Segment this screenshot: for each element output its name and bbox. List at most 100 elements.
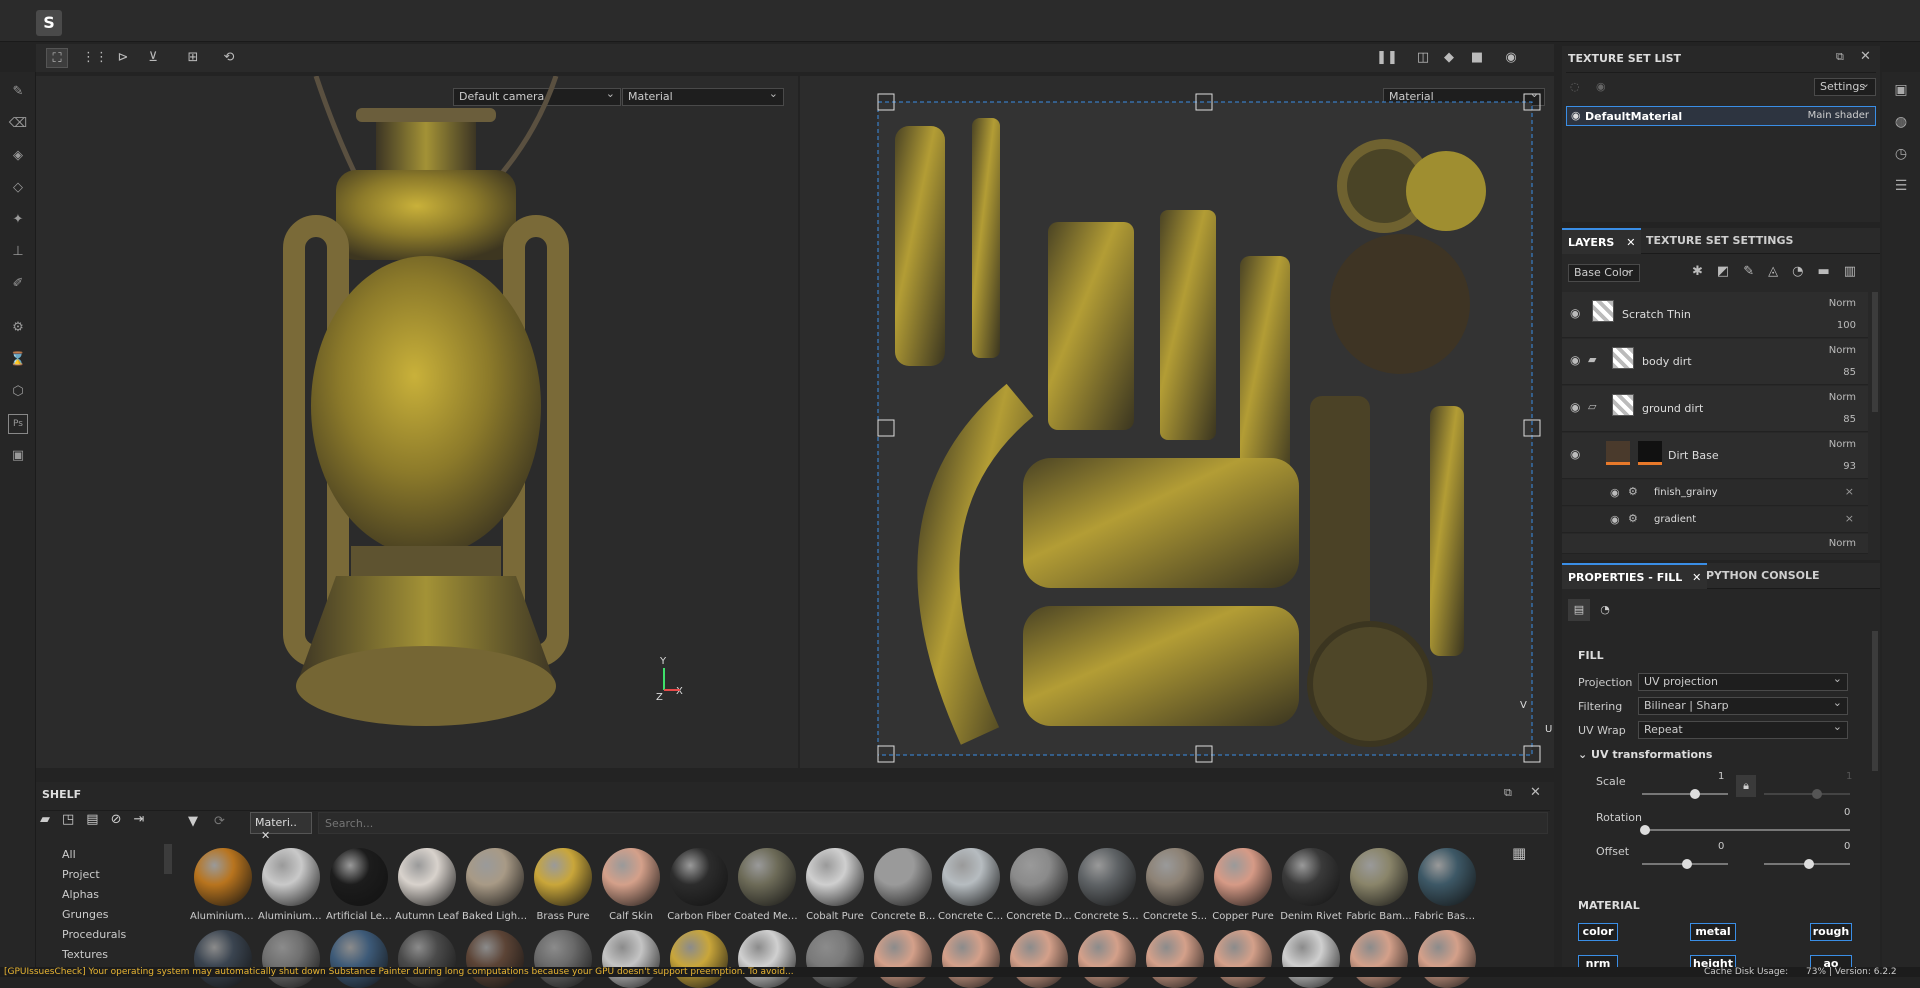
blend-mode-select[interactable]: Norm xyxy=(1829,298,1856,309)
tab-texture-set-settings[interactable]: TEXTURE SET SETTINGS xyxy=(1640,228,1799,254)
slider-knob[interactable] xyxy=(1640,825,1650,835)
eye-icon[interactable]: ◉ xyxy=(1596,80,1606,93)
effect-item[interactable]: ◉ ⚙ finish_grainy × xyxy=(1562,480,1868,506)
scale-value[interactable]: 1 xyxy=(1718,771,1724,782)
mirror-y-icon[interactable]: ⊻ xyxy=(142,48,164,68)
select-icon[interactable]: ⛶ xyxy=(46,48,68,68)
close-icon[interactable]: ✕ xyxy=(1530,785,1541,800)
projection-select[interactable]: UV projection xyxy=(1638,671,1848,691)
log-icon[interactable]: ☰ xyxy=(1891,178,1911,198)
close-icon[interactable]: ✕ xyxy=(1860,49,1871,64)
material-thumbnail[interactable]: Concrete D... xyxy=(1006,848,1072,922)
refresh-icon[interactable]: ⟳ xyxy=(214,814,225,829)
material-ball[interactable] xyxy=(534,930,592,988)
material-thumbnail[interactable]: Aluminium ... xyxy=(190,848,256,922)
material-thumbnail[interactable]: Aluminium ... xyxy=(258,848,324,922)
layer-item[interactable]: ◉ ▱ ground dirt Norm 85 xyxy=(1562,386,1868,432)
blend-mode-select[interactable]: Norm xyxy=(1829,439,1856,450)
filter-icon[interactable]: ▼ xyxy=(188,814,198,829)
layer-item[interactable]: ◉ Scratch Thin Norm 100 xyxy=(1562,292,1868,338)
cube-icon[interactable]: ◆ xyxy=(1438,48,1460,68)
material-ball[interactable] xyxy=(1214,930,1272,988)
fill-props-icon[interactable]: ▤ xyxy=(1568,599,1590,621)
material-ball[interactable] xyxy=(1418,930,1476,988)
close-icon[interactable]: × xyxy=(1845,485,1854,498)
material-thumbnail[interactable]: Coated Metal xyxy=(734,848,800,922)
eraser-icon[interactable]: ⌫ xyxy=(8,114,28,134)
blend-mode-select[interactable]: Norm xyxy=(1829,345,1856,356)
effect-item[interactable]: ◉ ⚙ gradient × xyxy=(1562,507,1868,533)
channel-toggle-color[interactable]: color xyxy=(1578,923,1618,941)
blend-mode-select[interactable]: Norm xyxy=(1829,392,1856,403)
add-folder-icon[interactable]: ▬ xyxy=(1817,264,1843,279)
opacity-value[interactable]: 85 xyxy=(1843,367,1856,378)
scale-slider[interactable] xyxy=(1642,789,1728,799)
pause-icon[interactable]: ❚❚ xyxy=(1376,48,1398,68)
material-thumbnail[interactable]: Concrete B... xyxy=(870,848,936,922)
camera-settings-icon[interactable]: ▣ xyxy=(1891,82,1911,102)
material-thumbnail[interactable]: Concrete S... xyxy=(1142,848,1208,922)
material-ball[interactable] xyxy=(1010,930,1068,988)
material-ball[interactable] xyxy=(670,930,728,988)
uv-transformations-toggle[interactable]: ⌄ UV transformations xyxy=(1578,748,1712,761)
material-ball[interactable] xyxy=(874,930,932,988)
add-icon[interactable]: ⊞ xyxy=(182,48,204,68)
material-thumbnail[interactable]: Autumn Leaf xyxy=(394,848,460,922)
material-ball[interactable] xyxy=(466,930,524,988)
bake-icon[interactable]: ⌛ xyxy=(8,350,28,370)
filtering-select[interactable]: Bilinear | Sharp xyxy=(1638,695,1848,715)
smudge-icon[interactable]: ✦ xyxy=(8,210,28,230)
material-thumbnail[interactable]: Baked Light... xyxy=(462,848,528,922)
material-thumbnail[interactable]: Concrete Si... xyxy=(1074,848,1140,922)
environment-icon[interactable]: ◍ xyxy=(1891,114,1911,134)
export-icon[interactable]: ▣ xyxy=(8,446,28,466)
camera-icon[interactable]: ■ xyxy=(1466,48,1488,68)
material-ball[interactable] xyxy=(194,930,252,988)
material-thumbnail[interactable]: Brass Pure xyxy=(530,848,596,922)
scrollbar[interactable] xyxy=(1872,292,1878,412)
history-icon[interactable]: ⟲ xyxy=(218,48,240,68)
add-mask-icon[interactable]: ◩ xyxy=(1717,264,1743,279)
shelf-category-project[interactable]: Project xyxy=(62,868,100,881)
eye-icon[interactable]: ◉ xyxy=(1571,109,1581,122)
material-thumbnail[interactable]: Denim Rivet xyxy=(1278,848,1344,922)
shelf-category-alphas[interactable]: Alphas xyxy=(62,888,99,901)
channel-select[interactable]: Base Color xyxy=(1568,262,1640,282)
paint-brush-icon[interactable]: ✎ xyxy=(8,82,28,102)
eye-icon[interactable]: ◉ xyxy=(1610,486,1620,499)
material-ball[interactable] xyxy=(1282,930,1340,988)
tab-properties-fill[interactable]: PROPERTIES - FILL ✕ xyxy=(1562,563,1708,589)
add-fill-layer-icon[interactable]: ◬ xyxy=(1768,264,1792,279)
rotation-value[interactable]: 0 xyxy=(1844,807,1850,818)
shelf-category-all[interactable]: All xyxy=(62,848,76,861)
eye-icon[interactable]: ◉ xyxy=(1570,353,1580,367)
offset-v-slider[interactable] xyxy=(1764,859,1850,869)
close-icon[interactable]: × xyxy=(1845,512,1854,525)
app-logo-icon[interactable]: S xyxy=(36,10,62,36)
material-ball[interactable] xyxy=(398,930,456,988)
add-effect-icon[interactable]: ✱ xyxy=(1692,264,1717,279)
offset-u-value[interactable]: 0 xyxy=(1718,841,1724,852)
eye-icon[interactable]: ◉ xyxy=(1570,400,1580,414)
viewport-2d[interactable]: Material V U xyxy=(800,76,1554,768)
grid-icon[interactable]: ⋮⋮ xyxy=(82,48,108,68)
add-generator-icon[interactable]: ◔ xyxy=(1792,264,1817,279)
settings-dropdown[interactable]: Settings xyxy=(1814,76,1876,96)
filter-tag[interactable]: Materi.. ✕ xyxy=(250,812,312,842)
mask-thumbnail[interactable] xyxy=(1638,441,1662,465)
blend-mode-select[interactable]: Norm xyxy=(1829,538,1856,549)
shelf-category-textures[interactable]: Textures xyxy=(62,948,108,961)
material-ball[interactable] xyxy=(806,930,864,988)
folder-icon[interactable]: ▰ xyxy=(40,812,62,827)
scrollbar[interactable] xyxy=(1872,631,1878,771)
material-thumbnail[interactable]: Cobalt Pure xyxy=(802,848,868,922)
float-panel-icon[interactable]: ⧉ xyxy=(1504,786,1512,800)
opacity-value[interactable]: 85 xyxy=(1843,414,1856,425)
layer-item[interactable]: ◉ Dirt Base Norm 93 xyxy=(1562,433,1868,479)
eye-icon[interactable]: ◉ xyxy=(1610,513,1620,526)
new-folder-icon[interactable]: ◳ xyxy=(62,812,86,827)
import-icon[interactable]: ▤ xyxy=(86,812,110,827)
color-picker-icon[interactable]: ✐ xyxy=(8,274,28,294)
texture-set-row[interactable]: ◉ DefaultMaterial Main shader xyxy=(1566,106,1876,126)
slider-knob[interactable] xyxy=(1682,859,1692,869)
